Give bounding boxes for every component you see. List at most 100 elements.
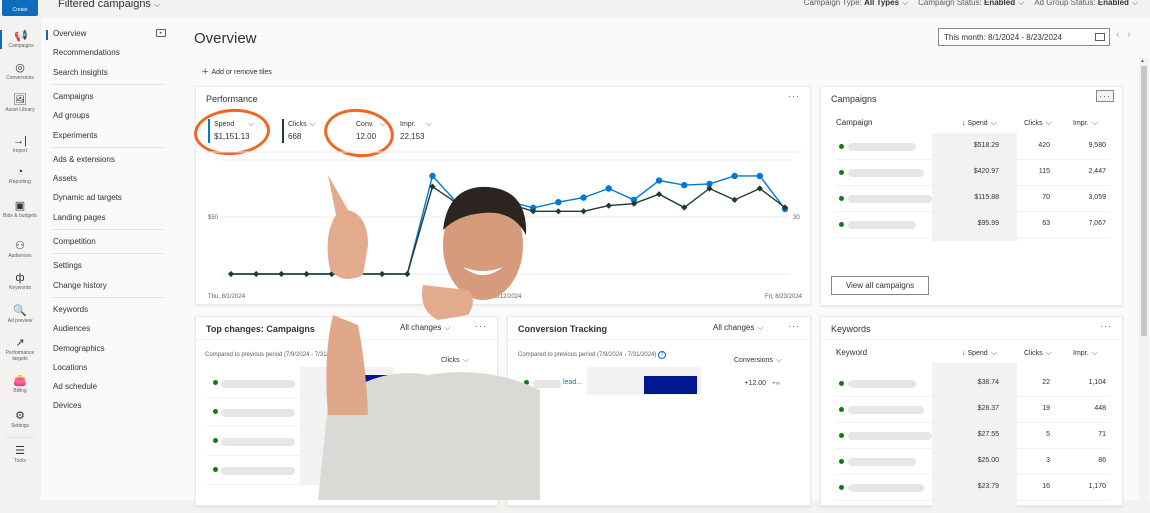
- spend-value: $25.00: [977, 457, 999, 464]
- nav-item-competition[interactable]: Competition: [53, 237, 96, 246]
- status-enabled-dot: [839, 407, 844, 412]
- nav-item-search-insights[interactable]: Search insights: [53, 68, 108, 77]
- nav-item-change-history[interactable]: Change history: [53, 281, 107, 290]
- clicks-data-point: [655, 191, 663, 198]
- redacted-name-link[interactable]: [848, 169, 924, 177]
- create-button[interactable]: Create: [2, 0, 38, 16]
- nav-item-assets[interactable]: Assets: [53, 174, 77, 183]
- redacted-name-link[interactable]: [848, 432, 932, 440]
- nav-item-demographics[interactable]: Demographics: [53, 344, 105, 353]
- scope-selector[interactable]: Filtered campaigns ⌵: [58, 0, 160, 10]
- column-impr[interactable]: Impr. ⌵: [1073, 118, 1098, 128]
- nav-item-ad-schedule[interactable]: Ad schedule: [53, 382, 97, 391]
- more-options-icon[interactable]: ···: [788, 321, 800, 331]
- rail-item-label: Settings: [10, 423, 30, 429]
- x-axis-tick-label: 8/12/2024: [495, 294, 522, 300]
- more-options-icon[interactable]: ···: [475, 321, 487, 331]
- redacted-name-link[interactable]: [221, 438, 295, 446]
- spend-data-point: [655, 177, 663, 184]
- scroll-up-icon[interactable]: ▲: [1140, 58, 1145, 64]
- rail-item-reporting[interactable]: ◔ Reporting: [0, 166, 40, 185]
- redacted-name-link[interactable]: [848, 195, 932, 203]
- nav-item-ads-extensions[interactable]: Ads & extensions: [53, 155, 115, 164]
- lightbulb-icon[interactable]: 💡: [402, 436, 412, 445]
- clicks-value: 3: [1046, 457, 1050, 464]
- nav-item-campaigns[interactable]: Campaigns: [53, 92, 93, 101]
- rail-item-audiences[interactable]: ⚇ Audiences: [0, 240, 40, 259]
- clicks-value: 63: [1042, 220, 1050, 227]
- redacted-name-link[interactable]: [848, 143, 916, 151]
- redacted-name-link[interactable]: [221, 409, 295, 417]
- row-divider: [205, 455, 491, 456]
- more-options-icon[interactable]: ···: [1100, 321, 1112, 331]
- nav-divider: [53, 229, 163, 230]
- changes-filter-dropdown[interactable]: All changes ⌵: [713, 323, 763, 333]
- clicks-value: 5: [1046, 431, 1050, 438]
- rail-item-keywords[interactable]: ф Keywords: [0, 272, 40, 291]
- nav-item-overview[interactable]: Overview: [53, 29, 86, 38]
- nav-item-keywords[interactable]: Keywords: [53, 305, 88, 314]
- rail-item-billing[interactable]: 👛 Billing: [0, 375, 40, 394]
- view-all-campaigns-button[interactable]: View all campaigns: [831, 276, 929, 295]
- date-range-picker[interactable]: This month: 8/1/2024 - 8/23/2024: [938, 28, 1110, 46]
- filter-ad-group-status[interactable]: Ad Group Status: Enabled ⌵: [1034, 0, 1138, 8]
- redacted-name-link[interactable]: [221, 467, 295, 475]
- conversion-goal-link[interactable]: lead...: [563, 379, 582, 386]
- nav-item-dynamic-ad-targets[interactable]: Dynamic ad targets: [53, 193, 122, 202]
- row-divider: [836, 474, 1111, 475]
- rail-item-import[interactable]: →| Import: [0, 135, 40, 154]
- prev-period-button[interactable]: ‹: [1116, 29, 1127, 40]
- spend-data-point: [681, 181, 688, 189]
- collapse-panel-icon[interactable]: ▸: [156, 29, 166, 37]
- nav-item-locations[interactable]: Locations: [53, 363, 87, 372]
- rail-item-conversions[interactable]: ◎ Conversions: [0, 62, 40, 81]
- rail-item-settings[interactable]: ⚙ Settings: [0, 410, 40, 429]
- column-keyword[interactable]: Keyword: [836, 348, 867, 357]
- nav-item-recommendations[interactable]: Recommendations: [53, 48, 120, 57]
- column-impr[interactable]: Impr. ⌵: [1073, 348, 1098, 358]
- chevron-down-icon: ⌵: [153, 0, 161, 9]
- redacted-name-link[interactable]: [848, 406, 924, 414]
- redacted-name-link[interactable]: [848, 458, 916, 466]
- scrollbar[interactable]: ▲: [1139, 58, 1149, 500]
- redacted-name-link[interactable]: [848, 380, 916, 388]
- help-icon[interactable]: ?: [345, 351, 354, 359]
- nav-item-settings[interactable]: Settings: [53, 261, 82, 270]
- column-spend[interactable]: ↓ Spend ⌵: [962, 348, 997, 358]
- row-divider: [836, 159, 1111, 160]
- column-clicks[interactable]: Clicks ⌵: [1024, 348, 1052, 358]
- rail-item-bids-budgets[interactable]: ▣ Bids & budgets: [0, 200, 40, 219]
- column-clicks[interactable]: Clicks ⌵: [1024, 118, 1052, 128]
- nav-item-experiments[interactable]: Experiments: [53, 131, 97, 140]
- metric-dropdown[interactable]: Clicks ⌵: [441, 355, 469, 365]
- column-spend[interactable]: ↓ Spend ⌵: [962, 118, 997, 128]
- redacted-name-link[interactable]: [221, 380, 295, 388]
- redacted-name-link[interactable]: [848, 484, 924, 492]
- nav-item-audiences[interactable]: Audiences: [53, 324, 90, 333]
- filter-campaign-type[interactable]: Campaign Type: All Types ⌵: [804, 0, 908, 8]
- rail-item-tools[interactable]: ☰ Tools: [0, 445, 40, 464]
- lightbulb-icon[interactable]: 💡: [402, 407, 412, 416]
- status-enabled-dot: [213, 438, 218, 443]
- metric-dropdown[interactable]: Conversions ⌵: [734, 355, 782, 365]
- add-remove-tiles-button[interactable]: + Add or remove tiles: [202, 66, 272, 78]
- nav-item-devices[interactable]: Devices: [53, 401, 81, 410]
- nav-item-landing-pages[interactable]: Landing pages: [53, 213, 106, 222]
- column-campaign[interactable]: Campaign: [836, 118, 872, 127]
- rail-item-asset-library[interactable]: 🖼 Asset Library: [0, 94, 40, 113]
- rail-item-campaigns[interactable]: 📢 Campaigns: [0, 30, 40, 49]
- nav-item-ad-groups[interactable]: Ad groups: [53, 111, 89, 120]
- lightbulb-icon[interactable]: 💡: [402, 378, 412, 387]
- scroll-thumb[interactable]: [1141, 66, 1147, 336]
- rail-item-performance-targets[interactable]: ↗ Performance targets: [0, 337, 40, 362]
- filter-campaign-status[interactable]: Campaign Status: Enabled ⌵: [918, 0, 1024, 8]
- changes-filter-dropdown[interactable]: All changes ⌵: [400, 323, 450, 333]
- help-icon[interactable]: ?: [658, 351, 667, 359]
- next-period-button[interactable]: ›: [1127, 29, 1138, 40]
- lightbulb-icon[interactable]: 💡: [402, 465, 412, 474]
- redacted-name-link[interactable]: [848, 221, 916, 229]
- rail-item-label: Tools: [14, 458, 26, 464]
- clicks-value: 70: [1042, 194, 1050, 201]
- rail-item-ad-preview[interactable]: 🔍 Ad preview: [0, 305, 40, 324]
- more-options-icon[interactable]: ···: [1096, 90, 1114, 102]
